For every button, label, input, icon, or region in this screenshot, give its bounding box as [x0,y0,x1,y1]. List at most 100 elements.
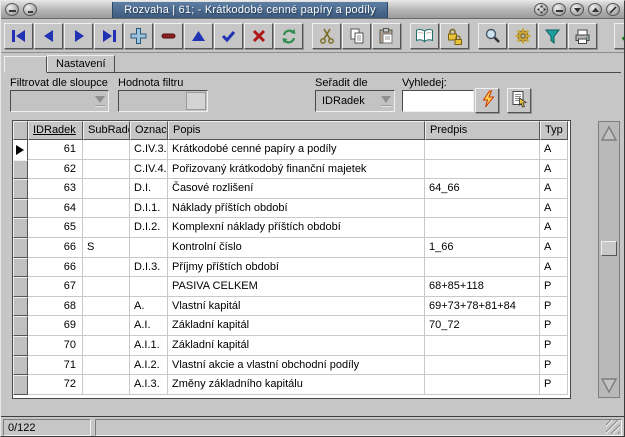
grid-cell[interactable]: S [83,238,130,258]
grid-cell[interactable]: D.I.1. [130,199,168,219]
permissions-button[interactable] [440,23,469,49]
table-row[interactable]: 64D.I.1.Náklady příštích obdobíA [13,199,570,219]
copy-button[interactable] [342,23,371,49]
table-row[interactable]: 62C.IV.4.Pořizovaný krátkodobý finanční … [13,160,570,180]
grid-cell[interactable] [425,258,540,278]
filter-value-subbutton[interactable] [186,92,206,110]
grid-cell[interactable]: Kontrolní číslo [168,238,425,258]
grid-cell[interactable]: Vlastní kapitál [168,297,425,317]
grid-cell[interactable]: 64_66 [425,179,540,199]
vertical-scrollbar[interactable] [598,121,620,398]
insert-record-button[interactable] [124,23,153,49]
grid-cell[interactable]: P [540,316,568,336]
grid-cell[interactable]: PASIVA CELKEM [168,277,425,297]
data-grid[interactable]: IDRadekSubRadekOznacPopisPredpisTyp 61C.… [12,120,571,399]
filter-button[interactable] [538,23,567,49]
report-select-button[interactable] [507,88,531,113]
table-row[interactable]: 69 A.I.Základní kapitál70_72P [13,316,570,336]
table-row[interactable]: 65D.I.2.Komplexní náklady příštích obdob… [13,218,570,238]
column-header-predpis[interactable]: Predpis [425,121,540,140]
scroll-down-icon[interactable] [599,373,619,397]
grid-cell[interactable]: Základní kapitál [168,316,425,336]
table-row[interactable]: 61C.IV.3.Krátkodobé cenné papíry a podíl… [13,140,570,160]
grid-cell[interactable]: P [540,336,568,356]
iconify-button[interactable] [552,3,566,16]
grid-cell[interactable]: A.I.1. [130,336,168,356]
table-row[interactable]: 66SKontrolní číslo1_66A [13,238,570,258]
ok-button[interactable] [614,23,625,49]
grid-cell[interactable]: 72 [28,375,83,395]
grid-cell[interactable]: 68+85+118 [425,277,540,297]
cancel-record-button[interactable] [244,23,273,49]
refresh-button[interactable] [274,23,303,49]
grid-cell[interactable] [83,179,130,199]
grid-cell[interactable]: Komplexní náklady příštích období [168,218,425,238]
column-header-popis[interactable]: Popis [168,121,425,140]
grid-cell[interactable]: P [540,375,568,395]
table-row[interactable]: 63D.I.Časové rozlišení64_66A [13,179,570,199]
table-row[interactable]: 70 A.I.1.Základní kapitál P [13,336,570,356]
grid-cell[interactable]: P [540,297,568,317]
grid-cell[interactable]: C.IV.3. [130,140,168,160]
grid-cell[interactable]: Příjmy příštích období [168,258,425,278]
grid-cell[interactable]: 68 [28,297,83,317]
grid-cell[interactable] [83,297,130,317]
book-button[interactable] [410,23,439,49]
grid-cell[interactable] [130,238,168,258]
quick-search-button[interactable] [475,88,499,113]
grid-cell[interactable] [83,336,130,356]
grid-cell[interactable]: 67 [28,277,83,297]
table-row[interactable]: 72A.I.3.Změny základního kapitáluP [13,375,570,395]
grid-cell[interactable]: Základní kapitál [168,336,425,356]
close-button[interactable] [606,3,620,16]
filter-value-input[interactable] [118,90,208,112]
grid-cell[interactable]: 66 [28,258,83,278]
grid-cell[interactable] [83,140,130,160]
grid-cell[interactable] [83,375,130,395]
grid-cell[interactable] [83,199,130,219]
grid-cell[interactable]: 70_72 [425,316,540,336]
edit-record-button[interactable] [184,23,213,49]
grid-cell[interactable] [83,356,130,376]
grid-cell[interactable]: A.I.3. [130,375,168,395]
search-button[interactable] [478,23,507,49]
table-row[interactable]: 66D.I.3.Příjmy příštích obdobíA [13,258,570,278]
sticky-button[interactable] [23,3,37,16]
grid-cell[interactable]: A [540,218,568,238]
grid-cell[interactable]: Vlastní akcie a vlastní obchodní podíly [168,356,425,376]
post-record-button[interactable] [214,23,243,49]
grid-cell[interactable]: A.I. [130,316,168,336]
grid-cell[interactable]: 63 [28,179,83,199]
grid-cell[interactable]: 69 [28,316,83,336]
grid-cell[interactable]: A.I.2. [130,356,168,376]
print-button[interactable] [568,23,597,49]
grid-cell[interactable]: 62 [28,160,83,180]
spread-button[interactable] [534,3,548,16]
column-header-oznac[interactable]: Oznac [130,121,168,140]
first-record-button[interactable] [4,23,33,49]
grid-cell[interactable]: 64 [28,199,83,219]
grid-cell[interactable]: A [540,179,568,199]
grid-cell[interactable]: Časové rozlišení [168,179,425,199]
column-header-subradek[interactable]: SubRadek [83,121,130,140]
grid-cell[interactable]: 71 [28,356,83,376]
tab-main[interactable] [4,56,47,73]
delete-record-button[interactable] [154,23,183,49]
grid-cell[interactable]: Pořizovaný krátkodobý finanční majetek [168,160,425,180]
paste-button[interactable] [372,23,401,49]
grid-cell[interactable] [83,258,130,278]
grid-cell[interactable] [425,375,540,395]
grid-cell[interactable] [425,160,540,180]
grid-cell[interactable] [425,199,540,219]
grid-cell[interactable]: A [540,238,568,258]
column-header-typ[interactable]: Typ [540,121,568,140]
grid-cell[interactable]: A [540,160,568,180]
chevron-down-icon[interactable] [92,91,108,111]
grid-cell[interactable]: 61 [28,140,83,160]
scroll-thumb[interactable] [601,241,617,256]
grid-cell[interactable]: 70 [28,336,83,356]
scroll-up-icon[interactable] [599,122,619,146]
scroll-track[interactable] [599,146,619,373]
prior-record-button[interactable] [34,23,63,49]
chevron-down-icon[interactable] [378,91,394,111]
